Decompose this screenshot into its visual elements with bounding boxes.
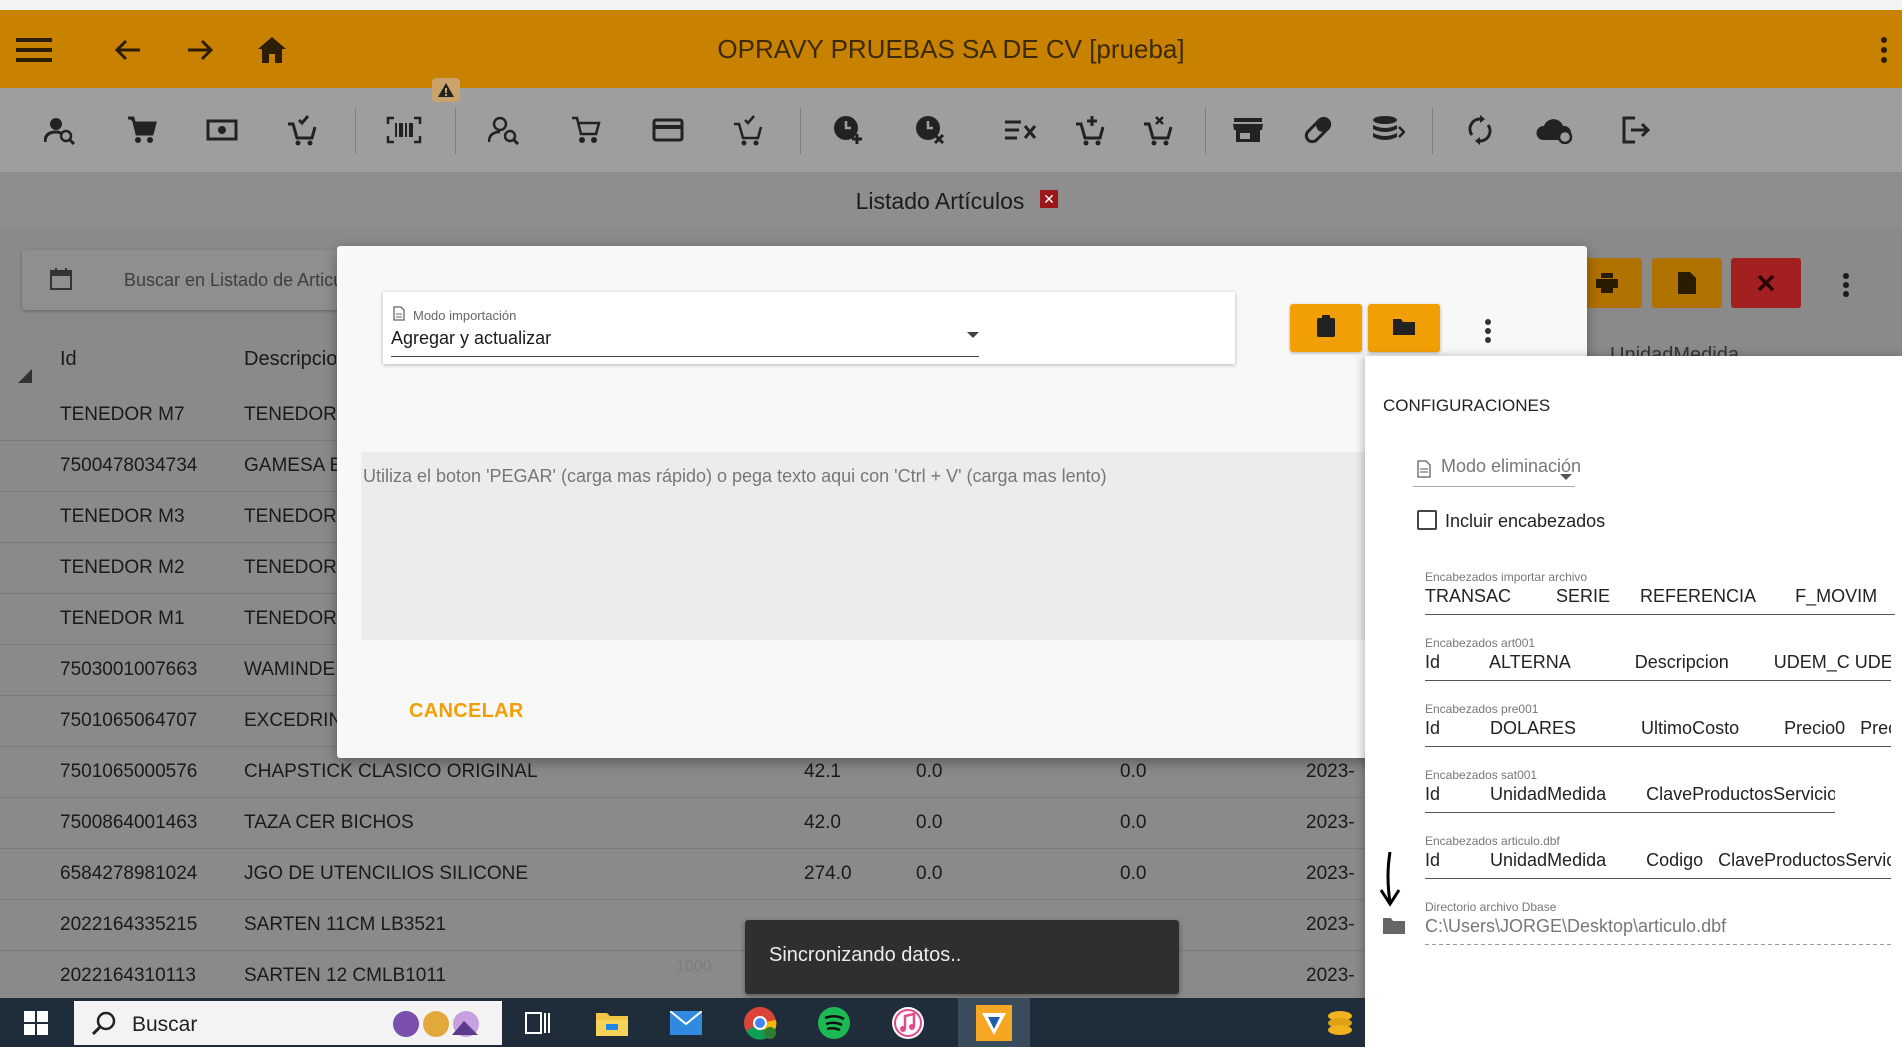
mode-select-underline <box>391 356 979 357</box>
field-underline <box>1425 944 1891 945</box>
folder-icon <box>1393 317 1415 340</box>
field-label: Encabezados articulo.dbf <box>1425 834 1560 848</box>
headers-import-field[interactable]: TRANSAC SERIE REFERENCIA F_MOVIM <box>1425 586 1895 607</box>
cart-check-icon[interactable] <box>726 108 770 152</box>
warning-icon[interactable] <box>432 78 460 102</box>
field-label: Directorio archivo Dbase <box>1425 900 1557 914</box>
app-title: OPRAVY PRUEBAS SA DE CV [prueba] <box>717 34 1185 64</box>
include-headers-checkbox[interactable] <box>1417 510 1437 530</box>
clipboard-icon <box>1317 314 1335 342</box>
search-highlight-icon <box>392 1009 496 1044</box>
headers-articulo-dbf-field[interactable]: Id UnidadMedida Codigo ClaveProductosSer… <box>1425 850 1891 871</box>
card-icon[interactable] <box>646 108 690 152</box>
calendar-icon[interactable] <box>50 268 72 295</box>
close-list-icon[interactable]: ✕ <box>1040 190 1058 208</box>
itunes-icon[interactable] <box>890 1005 926 1041</box>
clock-remove-icon[interactable] <box>908 108 952 152</box>
include-headers-label: Incluir encabezados <box>1445 511 1606 531</box>
person-search-icon[interactable] <box>482 108 526 152</box>
field-underline <box>1425 878 1891 879</box>
cash-icon[interactable] <box>200 108 244 152</box>
more-vert-icon[interactable] <box>1862 28 1902 72</box>
logout-icon[interactable] <box>1614 108 1658 152</box>
cancel-button[interactable]: CANCELAR <box>409 700 524 723</box>
list-remove-icon[interactable] <box>998 108 1042 152</box>
task-view-icon[interactable] <box>520 1005 556 1041</box>
paste-button[interactable] <box>1290 304 1362 352</box>
column-header-descripcion[interactable]: Descripcio <box>244 348 336 371</box>
mode-select-label: Modo importación <box>413 308 517 323</box>
field-underline <box>1425 746 1891 747</box>
store-icon[interactable] <box>1226 108 1270 152</box>
windows-taskbar: Buscar <box>0 998 1365 1047</box>
pager-text: 1000 <box>676 958 712 975</box>
field-underline <box>1425 614 1895 615</box>
sync-icon[interactable] <box>1458 108 1502 152</box>
clock-add-icon[interactable] <box>826 108 870 152</box>
field-underline <box>1425 812 1835 813</box>
database-sync-icon[interactable] <box>1366 108 1410 152</box>
field-label: Encabezados importar archivo <box>1425 570 1588 584</box>
coins-icon[interactable] <box>1322 1005 1358 1041</box>
headers-pre001-field[interactable]: Id DOLARES UltimoCosto Precio0 Prec <box>1425 718 1891 739</box>
cart-outline-icon[interactable] <box>564 108 608 152</box>
column-header-id[interactable]: Id <box>60 348 77 371</box>
taskbar-search[interactable]: Buscar <box>74 1001 502 1045</box>
chevron-down-icon[interactable] <box>967 332 979 338</box>
person-search-icon[interactable] <box>38 108 82 152</box>
document-icon <box>1417 460 1431 483</box>
pill-icon[interactable] <box>1296 108 1340 152</box>
field-label: Encabezados pre001 <box>1425 702 1539 716</box>
spotify-icon[interactable] <box>816 1005 852 1041</box>
chevron-down-icon[interactable] <box>1560 474 1572 480</box>
taskbar-search-label: Buscar <box>132 1013 198 1036</box>
cart-icon[interactable] <box>120 108 164 152</box>
paste-textarea[interactable]: Utiliza el boton 'PEGAR' (carga mas rápi… <box>361 452 1371 640</box>
sort-icon[interactable] <box>18 366 32 389</box>
document-icon <box>393 306 405 326</box>
mode-select-card[interactable]: Modo importación Agregar y actualizar <box>383 292 1235 364</box>
delete-button[interactable] <box>1731 258 1801 308</box>
cloud-sync-icon[interactable] <box>1532 108 1576 152</box>
delete-mode-underline <box>1413 486 1575 487</box>
chrome-icon[interactable] <box>742 1005 778 1041</box>
cart-check-icon[interactable] <box>280 108 324 152</box>
cart-remove-icon[interactable] <box>1136 108 1180 152</box>
list-more-vert-icon[interactable] <box>1842 272 1850 303</box>
snackbar-text: Sincronizando datos.. <box>769 944 962 966</box>
folder-icon[interactable] <box>1383 916 1405 939</box>
dialog-more-vert-icon[interactable] <box>1484 318 1492 349</box>
cart-add-icon[interactable] <box>1068 108 1112 152</box>
config-panel: CONFIGURACIONES Modo eliminación Incluir… <box>1365 356 1902 1047</box>
open-folder-button[interactable] <box>1368 304 1440 352</box>
paste-textarea-placeholder: Utiliza el boton 'PEGAR' (carga mas rápi… <box>363 466 1107 486</box>
search-icon <box>91 1011 116 1040</box>
page-title: Listado Artículos <box>855 188 1025 214</box>
dbase-directory-field[interactable]: C:\Users\JORGE\Desktop\articulo.dbf <box>1425 916 1891 937</box>
config-title: CONFIGURACIONES <box>1383 396 1551 415</box>
hand-drawn-arrow <box>1379 851 1401 907</box>
export-button[interactable] <box>1652 258 1722 308</box>
mail-icon[interactable] <box>668 1005 704 1041</box>
browser-top-strip <box>0 0 1902 10</box>
search-bar[interactable]: Buscar en Listado de Articulos <box>22 250 366 310</box>
field-label: Encabezados art001 <box>1425 636 1536 650</box>
barcode-icon[interactable] <box>382 108 426 152</box>
headers-art001-field[interactable]: Id ALTERNA Descripcion UDEM_C UDE <box>1425 652 1891 673</box>
app-bar: OPRAVY PRUEBAS SA DE CV [prueba] <box>0 10 1902 88</box>
mode-select[interactable]: Agregar y actualizar <box>391 328 551 349</box>
search-input[interactable]: Buscar en Listado de Articulos <box>124 270 366 291</box>
headers-sat001-field[interactable]: Id UnidadMedida ClaveProductosServicios <box>1425 784 1835 805</box>
app-logo-icon[interactable] <box>976 1005 1012 1041</box>
field-label: Encabezados sat001 <box>1425 768 1538 782</box>
sync-snackbar: Sincronizando datos.. <box>745 920 1179 994</box>
file-explorer-icon[interactable] <box>594 1005 630 1041</box>
main-toolbar <box>0 88 1902 172</box>
list-title-bar: Listado Artículos ✕ <box>0 172 1902 228</box>
windows-start-icon[interactable] <box>18 1005 54 1041</box>
field-underline <box>1425 680 1891 681</box>
